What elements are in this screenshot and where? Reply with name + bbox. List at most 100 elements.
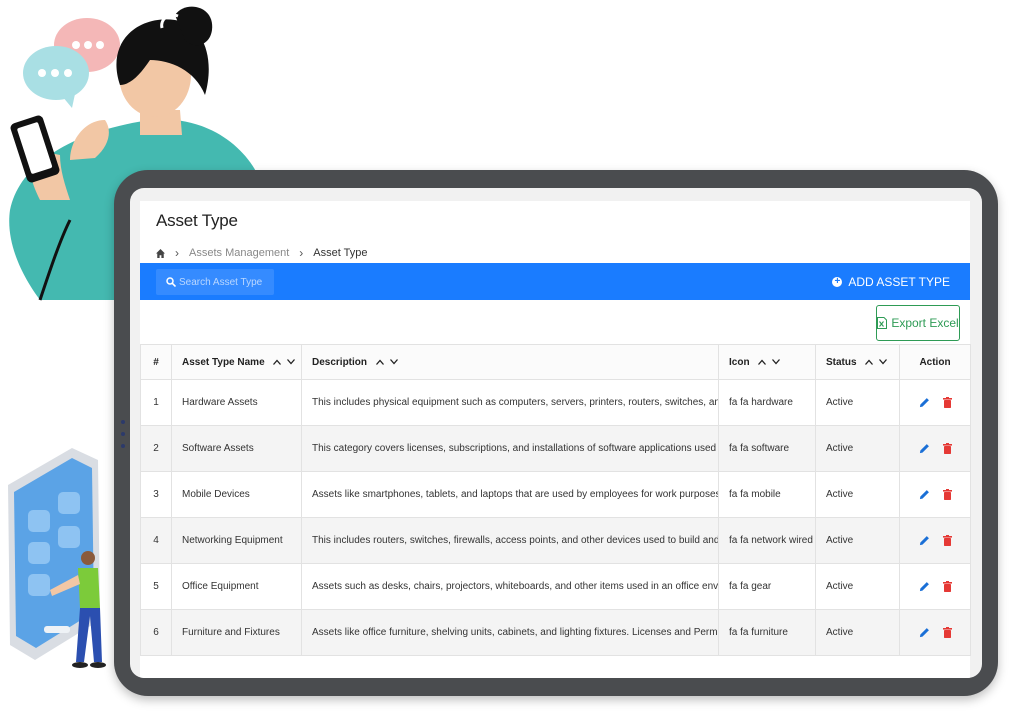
pencil-icon[interactable] <box>919 535 930 546</box>
table-row[interactable]: 2 Software Assets This category covers l… <box>140 425 971 472</box>
asset-type-icon: fa fa network wired <box>718 517 816 564</box>
asset-type-name: Software Assets <box>171 425 302 472</box>
asset-type-name: Mobile Devices <box>171 471 302 518</box>
sort-asc-icon[interactable] <box>273 359 282 365</box>
table-row[interactable]: 6 Furniture and Fixtures Assets like off… <box>140 609 971 656</box>
sort-desc-icon[interactable] <box>389 358 398 365</box>
asset-type-status: Active <box>815 609 900 656</box>
asset-type-status: Active <box>815 517 900 564</box>
column-header-description[interactable]: Description <box>301 344 719 380</box>
toolbar: + ADD ASSET TYPE <box>140 263 970 300</box>
column-header-icon[interactable]: Icon <box>718 344 816 380</box>
man-with-phone-illustration <box>8 448 106 668</box>
trash-icon[interactable] <box>942 443 952 454</box>
trash-icon[interactable] <box>942 627 952 638</box>
breadcrumb: › Assets Management › Asset Type <box>156 246 368 260</box>
column-header-icon-label: Icon <box>729 356 750 368</box>
row-actions <box>899 563 971 610</box>
pencil-icon[interactable] <box>919 581 930 592</box>
asset-type-name: Networking Equipment <box>171 517 302 564</box>
sort-asc-icon[interactable] <box>865 359 874 365</box>
breadcrumb-item-current: Asset Type <box>313 247 368 259</box>
column-header-name-label: Asset Type Name <box>182 356 265 368</box>
asset-type-icon: fa fa gear <box>718 563 816 610</box>
asset-type-icon: fa fa hardware <box>718 379 816 426</box>
table-row[interactable]: 1 Hardware Assets This includes physical… <box>140 379 971 426</box>
row-actions <box>899 609 971 656</box>
plus-circle-icon: + <box>832 277 843 287</box>
asset-type-description: This includes physical equipment such as… <box>301 379 719 426</box>
tablet-frame: Asset Type › Assets Management › Asset T… <box>114 170 998 696</box>
row-number: 6 <box>140 609 172 656</box>
asset-type-icon: fa fa software <box>718 425 816 472</box>
home-icon[interactable] <box>156 248 165 258</box>
breadcrumb-separator: › <box>175 246 179 260</box>
asset-type-table: # Asset Type Name Description Icon Statu… <box>140 344 971 656</box>
asset-type-name: Furniture and Fixtures <box>171 609 302 656</box>
row-number: 4 <box>140 517 172 564</box>
sort-desc-icon[interactable] <box>772 358 781 365</box>
row-actions <box>899 425 971 472</box>
column-header-status-label: Status <box>826 356 857 368</box>
add-asset-type-label: ADD ASSET TYPE <box>848 275 950 289</box>
trash-icon[interactable] <box>942 489 952 500</box>
table-row[interactable]: 4 Networking Equipment This includes rou… <box>140 517 971 564</box>
add-asset-type-button[interactable]: + ADD ASSET TYPE <box>832 271 950 293</box>
sort-asc-icon[interactable] <box>758 359 767 365</box>
asset-type-name: Office Equipment <box>171 563 302 610</box>
column-header-status[interactable]: Status <box>815 344 900 380</box>
sort-asc-icon[interactable] <box>375 359 384 365</box>
asset-type-icon: fa fa mobile <box>718 471 816 518</box>
asset-type-status: Active <box>815 379 900 426</box>
app-screen: Asset Type › Assets Management › Asset T… <box>130 188 982 678</box>
pencil-icon[interactable] <box>919 627 930 638</box>
pencil-icon[interactable] <box>919 443 930 454</box>
row-number: 2 <box>140 425 172 472</box>
pencil-icon[interactable] <box>919 489 930 500</box>
row-actions <box>899 471 971 518</box>
asset-type-status: Active <box>815 563 900 610</box>
sort-desc-icon[interactable] <box>287 358 296 365</box>
search-icon <box>166 277 176 287</box>
column-header-name[interactable]: Asset Type Name <box>171 344 302 380</box>
sort-controls <box>273 358 296 365</box>
asset-type-name: Hardware Assets <box>171 379 302 426</box>
row-number: 1 <box>140 379 172 426</box>
tablet-camera-dots <box>120 420 126 448</box>
page-header: Asset Type › Assets Management › Asset T… <box>140 201 970 263</box>
column-header-action: Action <box>899 344 971 380</box>
excel-icon <box>877 317 888 329</box>
export-excel-button[interactable]: Export Excel <box>876 305 960 341</box>
row-number: 3 <box>140 471 172 518</box>
sort-controls <box>865 358 888 365</box>
asset-type-status: Active <box>815 425 900 472</box>
sort-controls <box>758 358 781 365</box>
asset-type-status: Active <box>815 471 900 518</box>
row-actions <box>899 517 971 564</box>
asset-type-description: Assets like office furniture, shelving u… <box>301 609 719 656</box>
asset-type-description: Assets such as desks, chairs, projectors… <box>301 563 719 610</box>
asset-type-card: Export Excel # Asset Type Name Descripti… <box>140 300 971 678</box>
row-number: 5 <box>140 563 172 610</box>
column-header-number: # <box>140 344 172 380</box>
sort-desc-icon[interactable] <box>879 358 888 365</box>
asset-type-description: This includes routers, switches, firewal… <box>301 517 719 564</box>
export-excel-label: Export Excel <box>891 316 959 330</box>
page-title: Asset Type <box>156 211 238 230</box>
asset-type-icon: fa fa furniture <box>718 609 816 656</box>
breadcrumb-item-assets-management[interactable]: Assets Management <box>189 247 289 259</box>
search-box[interactable] <box>156 269 274 295</box>
trash-icon[interactable] <box>942 535 952 546</box>
table-header-row: # Asset Type Name Description Icon Statu… <box>140 344 971 380</box>
sort-controls <box>375 358 398 365</box>
trash-icon[interactable] <box>942 581 952 592</box>
row-actions <box>899 379 971 426</box>
pencil-icon[interactable] <box>919 397 930 408</box>
breadcrumb-separator: › <box>299 246 304 260</box>
table-row[interactable]: 3 Mobile Devices Assets like smartphones… <box>140 471 971 518</box>
table-row[interactable]: 5 Office Equipment Assets such as desks,… <box>140 563 971 610</box>
search-input[interactable] <box>176 276 269 288</box>
asset-type-description: This category covers licenses, subscript… <box>301 425 719 472</box>
trash-icon[interactable] <box>942 397 952 408</box>
asset-type-description: Assets like smartphones, tablets, and la… <box>301 471 719 518</box>
